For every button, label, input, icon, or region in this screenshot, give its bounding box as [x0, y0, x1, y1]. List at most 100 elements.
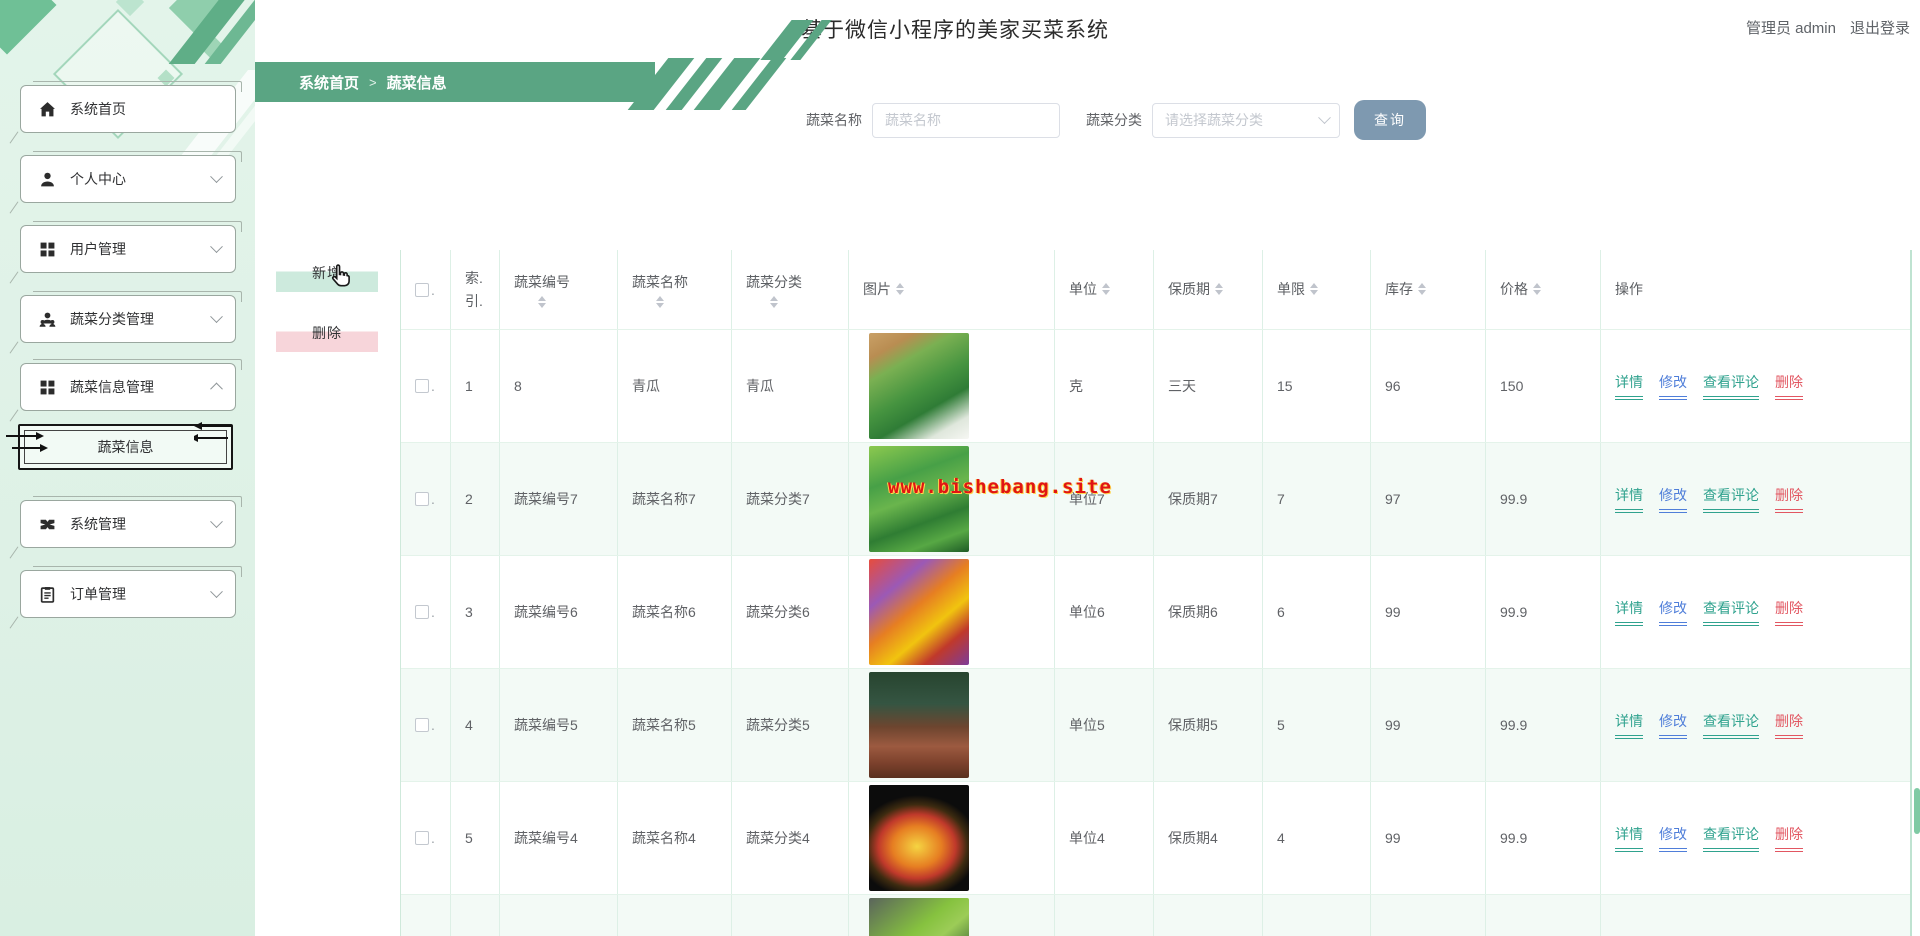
- search-name-input[interactable]: [872, 102, 1060, 138]
- select-all-checkbox[interactable]: [415, 282, 429, 297]
- cell-limit: 4: [1263, 782, 1371, 894]
- sort-caret-icon[interactable]: [770, 296, 778, 309]
- sidebar-item-蔬菜信息管理[interactable]: 蔬菜信息管理: [20, 359, 242, 411]
- action-detail-link[interactable]: 详情: [1615, 711, 1643, 739]
- row-checkbox[interactable]: [415, 605, 429, 619]
- cell-unit: 单位6: [1055, 556, 1154, 668]
- sidebar-item-订单管理[interactable]: 订单管理: [20, 566, 242, 618]
- column-header-label: 库存: [1385, 281, 1413, 298]
- cell-index: 2: [451, 443, 500, 555]
- vegetable-image-green-gourd: [869, 898, 969, 936]
- sort-caret-icon[interactable]: [656, 296, 664, 309]
- delete-button[interactable]: 删除: [276, 314, 378, 352]
- action-comments-link[interactable]: 查看评论: [1703, 485, 1759, 513]
- cell-category: [732, 895, 849, 936]
- action-comments-link[interactable]: 查看评论: [1703, 824, 1759, 852]
- column-header-image[interactable]: 图片: [849, 250, 1055, 329]
- action-detail-link[interactable]: 详情: [1615, 824, 1643, 852]
- column-header-label: 蔬菜分类: [746, 273, 802, 290]
- action-remove-link[interactable]: 删除: [1775, 824, 1803, 852]
- column-header-category[interactable]: 蔬菜分类: [732, 250, 849, 329]
- row-checkbox[interactable]: [415, 379, 429, 393]
- action-remove-link[interactable]: 删除: [1775, 485, 1803, 513]
- sort-caret-icon[interactable]: [1102, 283, 1110, 296]
- sidebar-item-系统管理[interactable]: 系统管理: [20, 496, 242, 548]
- action-remove-link[interactable]: 删除: [1775, 372, 1803, 400]
- cell-unit: [1055, 895, 1154, 936]
- category-select[interactable]: 请选择蔬菜分类: [1152, 102, 1340, 138]
- checkbox-dot: .: [431, 717, 435, 733]
- sidebar: 系统首页 个人中心 用户管理 蔬菜分类管理 蔬菜信息管理 系统管理 订单管理 蔬菜信息: [0, 0, 255, 936]
- column-header-name[interactable]: 蔬菜名称: [618, 250, 732, 329]
- cell-category: 青瓜: [732, 330, 849, 442]
- action-detail-link[interactable]: 详情: [1615, 598, 1643, 626]
- sidebar-item-个人中心[interactable]: 个人中心: [20, 151, 242, 203]
- cell-name: [618, 895, 732, 936]
- column-header-label: 单限: [1277, 281, 1305, 298]
- action-detail-link[interactable]: 详情: [1615, 485, 1643, 513]
- column-header-unit[interactable]: 单位: [1055, 250, 1154, 329]
- sort-caret-icon[interactable]: [538, 296, 546, 309]
- action-edit-link[interactable]: 修改: [1659, 485, 1687, 513]
- grid-icon: [39, 241, 56, 258]
- table-row: . 5 蔬菜编号4 蔬菜名称4 蔬菜分类4 单位4 保质期4 4 99 99.9 详情 修改 查看评论删…: [401, 782, 1910, 895]
- cell-image: [849, 330, 1055, 442]
- sort-caret-icon[interactable]: [1310, 283, 1318, 296]
- cell-code: 蔬菜编号5: [500, 669, 618, 781]
- row-checkbox[interactable]: [415, 718, 429, 732]
- breadcrumb-home[interactable]: 系统首页: [299, 72, 359, 93]
- column-header-limit[interactable]: 单限: [1263, 250, 1371, 329]
- sort-caret-icon[interactable]: [1215, 283, 1223, 296]
- column-header-stock[interactable]: 库存: [1371, 250, 1486, 329]
- action-detail-link[interactable]: 详情: [1615, 372, 1643, 400]
- action-comments-link[interactable]: 查看评论: [1703, 711, 1759, 739]
- cell-image: [849, 556, 1055, 668]
- action-edit-link[interactable]: 修改: [1659, 598, 1687, 626]
- cell-limit: 5: [1263, 669, 1371, 781]
- sort-caret-icon[interactable]: [1533, 283, 1541, 296]
- sidebar-item-用户管理[interactable]: 用户管理: [20, 221, 242, 273]
- cell-checkbox: .: [401, 782, 451, 894]
- scrollbar-thumb[interactable]: [1914, 788, 1920, 834]
- sidebar-item-蔬菜分类管理[interactable]: 蔬菜分类管理: [20, 291, 242, 343]
- table-row: . 2 蔬菜编号7 蔬菜名称7 蔬菜分类7 单位7 保质期7 7 97 99.9 详情 修改 查看评论删…: [401, 443, 1910, 556]
- row-checkbox[interactable]: [415, 831, 429, 845]
- search-category-label: 蔬菜分类: [1086, 112, 1142, 128]
- query-button[interactable]: 查询: [1354, 100, 1426, 140]
- clipboard-icon: [39, 586, 56, 603]
- action-edit-link[interactable]: 修改: [1659, 824, 1687, 852]
- row-checkbox[interactable]: [415, 492, 429, 506]
- cell-category: 蔬菜分类6: [732, 556, 849, 668]
- action-remove-link[interactable]: 删除: [1775, 711, 1803, 739]
- focus-arrows-left: [190, 420, 238, 449]
- column-header-checkbox: .: [401, 250, 451, 329]
- chevron-down-icon: [210, 514, 223, 528]
- cell-limit: 15: [1263, 330, 1371, 442]
- cell-checkbox: .: [401, 669, 451, 781]
- action-comments-link[interactable]: 查看评论: [1703, 598, 1759, 626]
- column-header-ops: 操作: [1601, 250, 1911, 329]
- sort-caret-icon[interactable]: [896, 283, 904, 296]
- action-edit-link[interactable]: 修改: [1659, 711, 1687, 739]
- column-header-price[interactable]: 价格: [1486, 250, 1601, 329]
- cell-shelf_life: 保质期5: [1154, 669, 1263, 781]
- action-remove-link[interactable]: 删除: [1775, 598, 1803, 626]
- column-header-shelf_life[interactable]: 保质期: [1154, 250, 1263, 329]
- cell-category: 蔬菜分类5: [732, 669, 849, 781]
- column-header-label: 索.引.: [465, 270, 483, 309]
- sidebar-item-系统首页[interactable]: 系统首页: [20, 81, 242, 133]
- logout-link[interactable]: 退出登录: [1850, 17, 1910, 38]
- checkbox-dot: .: [431, 604, 435, 620]
- cell-index: 3: [451, 556, 500, 668]
- sidebar-item-label: 个人中心: [70, 171, 126, 187]
- cell-code: [500, 895, 618, 936]
- action-comments-link[interactable]: 查看评论: [1703, 372, 1759, 400]
- cell-code: 蔬菜编号4: [500, 782, 618, 894]
- users-icon: [39, 311, 56, 328]
- sort-caret-icon[interactable]: [1418, 283, 1426, 296]
- action-edit-link[interactable]: 修改: [1659, 372, 1687, 400]
- column-header-code[interactable]: 蔬菜编号: [500, 250, 618, 329]
- cell-index: [451, 895, 500, 936]
- table-row: . 4 蔬菜编号5 蔬菜名称5 蔬菜分类5 单位5 保质期5 5 99 99.9 详情 修改 查看评论删…: [401, 669, 1910, 782]
- header-label-wrap: 图片: [863, 278, 904, 300]
